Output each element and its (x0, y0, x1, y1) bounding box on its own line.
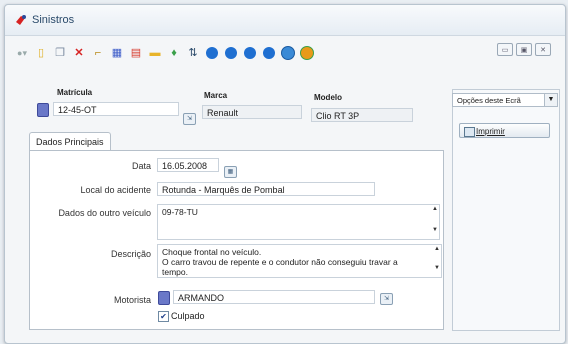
edit-icon[interactable]: ⌐ (91, 46, 105, 60)
descricao-line: tempo. (162, 267, 188, 277)
tab-label: Dados Principais (36, 137, 104, 147)
first-record-icon[interactable] (205, 46, 219, 60)
marca-label: Marca (204, 91, 228, 100)
matricula-lookup-button[interactable]: ⇲ (183, 113, 196, 125)
motorista-lookup-button[interactable]: ⇲ (380, 293, 393, 305)
descricao-line: Choque frontal no veículo. (162, 247, 262, 257)
culpado-checkbox[interactable]: ✔ (158, 311, 169, 322)
help-icon[interactable] (281, 46, 295, 60)
calendar-button[interactable]: ▦ (224, 166, 237, 178)
delete-icon[interactable]: ✕ (72, 46, 86, 60)
motorista-field[interactable]: ARMANDO (173, 290, 375, 304)
grid-icon[interactable]: ▤ (129, 46, 143, 60)
print-button[interactable]: Imprimir (459, 123, 550, 138)
lookup-motorista-icon[interactable] (158, 291, 170, 305)
last-record-icon[interactable] (262, 46, 276, 60)
lookup-matricula-icon[interactable] (37, 103, 49, 117)
chevron-down-icon[interactable]: ▼ (544, 94, 557, 106)
local-label: Local do acidente (80, 185, 151, 195)
calculator-icon[interactable]: ▦ (110, 46, 124, 60)
main-window: Sinistros ▭ ▣ ✕ ●▾ ▯ ❐ ✕ ⌐ ▦ ▤ ▬ ♦ ⇅ Mat… (4, 4, 566, 344)
previous-record-icon[interactable] (224, 46, 238, 60)
scrollbar[interactable]: ▲ ▼ (434, 246, 440, 276)
outro-veiculo-value: 09-78-TU (162, 207, 198, 217)
app-icon (16, 15, 26, 25)
print-button-label: Imprimir (476, 127, 505, 136)
modelo-label: Modelo (314, 93, 342, 102)
scrollbar[interactable]: ▲ ▼ (432, 206, 438, 238)
toolbar: ●▾ ▯ ❐ ✕ ⌐ ▦ ▤ ▬ ♦ ⇅ (15, 39, 314, 67)
minimize-button[interactable]: ▭ (497, 43, 513, 56)
next-record-icon[interactable] (243, 46, 257, 60)
sort-icon[interactable]: ⇅ (186, 46, 200, 60)
options-select[interactable]: Opções deste Ecrã ▼ (452, 93, 558, 107)
tab-dados-principais[interactable]: Dados Principais (29, 132, 111, 151)
data-field[interactable]: 16.05.2008 (157, 158, 219, 172)
options-select-value: Opções deste Ecrã (457, 96, 521, 105)
close-button[interactable]: ✕ (535, 43, 551, 56)
maximize-button[interactable]: ▣ (516, 43, 532, 56)
culpado-label: Culpado (171, 311, 205, 321)
descricao-label: Descrição (110, 249, 151, 259)
window-title: Sinistros (32, 14, 75, 26)
matricula-label: Matrícula (57, 88, 93, 97)
new-record-icon[interactable]: ●▾ (15, 46, 29, 60)
new-document-icon[interactable]: ▯ (34, 46, 48, 60)
printer-icon (464, 127, 475, 137)
local-field[interactable]: Rotunda - Marquês de Pombal (157, 182, 375, 196)
matricula-field[interactable]: 12-45-OT (53, 102, 179, 116)
copy-icon[interactable]: ❐ (53, 46, 67, 60)
motorista-label: Motorista (113, 295, 151, 305)
folder-icon[interactable]: ▬ (148, 46, 162, 60)
outro-veiculo-label: Dados do outro veículo (58, 208, 151, 218)
descricao-textarea[interactable]: Choque frontal no veículo. O carro travo… (157, 244, 442, 278)
window-controls: ▭ ▣ ✕ (497, 43, 551, 56)
title-bar: Sinistros (5, 5, 565, 36)
marca-field: Renault (202, 105, 302, 119)
descricao-line: O carro travou de repente e o condutor n… (162, 257, 398, 267)
modelo-field: Clio RT 3P (311, 108, 413, 122)
refresh-icon[interactable] (300, 46, 314, 60)
data-label: Data (131, 161, 151, 171)
outro-veiculo-textarea[interactable]: 09-78-TU ▲ ▼ (157, 204, 440, 240)
export-icon[interactable]: ♦ (167, 46, 181, 60)
